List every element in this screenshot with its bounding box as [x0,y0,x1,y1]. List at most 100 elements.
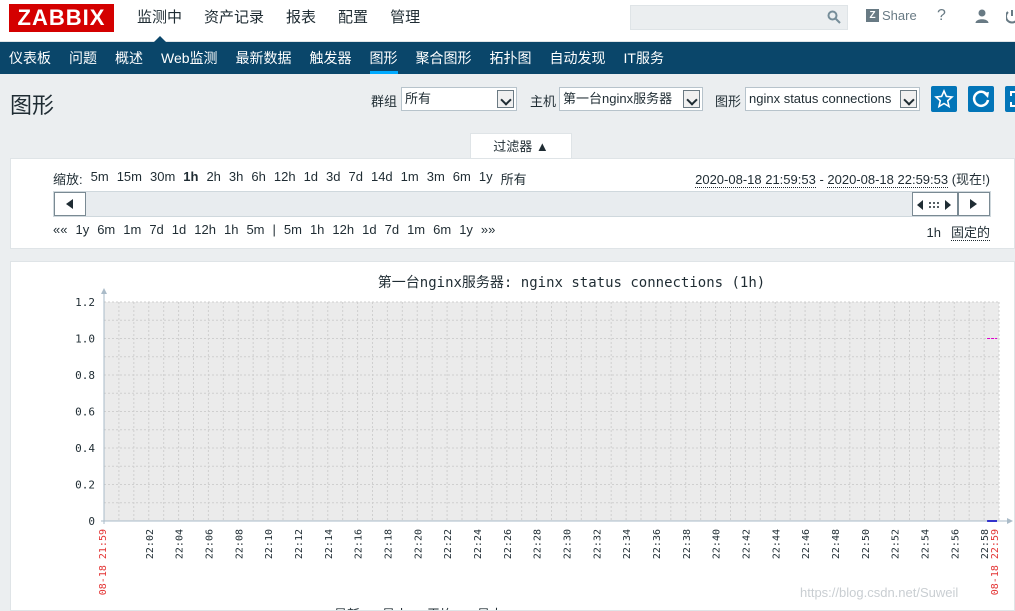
x-tick-label: 22:12 [294,529,305,559]
nav-forward-1y[interactable]: 1y [459,222,473,237]
time-now: (现在!) [948,172,990,187]
sub-menu-item-1[interactable]: 问题 [60,42,106,74]
x-axis-arrow [1007,518,1013,524]
sub-menu-item-4[interactable]: 最新数据 [227,42,301,74]
nav-forward-1m[interactable]: 1m [407,222,425,237]
help-icon[interactable]: ? [937,7,946,25]
logout-icon[interactable] [1006,8,1015,24]
nav-forward-6m[interactable]: 6m [433,222,451,237]
period-navigation: «« 1y 6m 1m 7d 1d 12h 1h 5m | 5m 1h 12h 1d 7d 1m 6m 1y »» [53,222,503,237]
zabbix-logo[interactable]: ZABBIX [9,4,114,32]
zoom-option-1d[interactable]: 1d [304,169,318,188]
graph-chart[interactable]: 第一台nginx服务器: nginx status connections (1… [11,262,1015,611]
filter-tab[interactable]: 过滤器 ▲ [470,133,572,159]
zoom-option-1y[interactable]: 1y [479,169,493,188]
host-label: 主机 [530,94,557,109]
fixed-toggle[interactable]: 固定的 [950,225,990,241]
nav-back-7d[interactable]: 7d [149,222,163,237]
chevron-down-icon [683,90,700,108]
main-menu-item-2[interactable]: 报表 [275,0,327,42]
scroll-handle[interactable] [912,192,958,216]
x-tick-label: 22:46 [801,529,812,559]
nav-forward-7d[interactable]: 7d [385,222,399,237]
nav-back-1d[interactable]: 1d [172,222,186,237]
nav-forward-5m[interactable]: 5m [284,222,302,237]
sub-menu-item-9[interactable]: 自动发现 [541,42,615,74]
nav-forward-1d[interactable]: 1d [362,222,376,237]
share-link[interactable]: Z Share [866,8,917,23]
zoom-option-2h[interactable]: 2h [206,169,220,188]
zoom-option-item-16[interactable]: 所有 [501,169,527,188]
sub-menu-item-5[interactable]: 触发器 [301,42,361,74]
add-favourite-button[interactable] [931,86,957,112]
x-tick-label: 22:08 [234,529,245,559]
zoom-option-6h[interactable]: 6h [251,169,265,188]
nav-back-1h[interactable]: 1h [224,222,238,237]
sub-menu-item-2[interactable]: 概述 [106,42,152,74]
nav-back-6m[interactable]: 6m [97,222,115,237]
time-from[interactable]: 2020-08-18 21:59:53 [695,172,816,188]
fullscreen-button[interactable] [1005,86,1015,112]
zoom-option-6m[interactable]: 6m [453,169,471,188]
time-range: 2020-08-18 21:59:53 - 2020-08-18 22:59:5… [695,169,990,188]
zoom-option-3m[interactable]: 3m [427,169,445,188]
nav-back-12h[interactable]: 12h [194,222,216,237]
timeline-scrollbar[interactable] [53,191,991,217]
zoom-option-14d[interactable]: 14d [371,169,393,188]
scroll-left-button[interactable] [54,192,86,216]
scroll-right-button[interactable] [958,192,990,216]
nav-back-item-0[interactable]: «« [53,222,67,237]
search-icon[interactable] [827,10,841,24]
user-profile-icon[interactable] [974,8,990,24]
share-label: Share [882,8,917,23]
x-tick-label: 22:10 [264,529,275,559]
sub-menu-item-6[interactable]: 图形 [361,42,407,74]
y-tick-label: 0.2 [75,479,95,492]
nav-forward-1h[interactable]: 1h [310,222,324,237]
zoom-option-5m[interactable]: 5m [91,169,109,188]
zoom-option-1m[interactable]: 1m [401,169,419,188]
main-menu: 监测中 资产记录 报表 配置 管理 [126,0,431,42]
refresh-button[interactable] [968,86,994,112]
x-tick-label: 22:42 [741,529,752,559]
zoom-option-30m[interactable]: 30m [150,169,175,188]
nav-separator: | [272,222,276,237]
zoom-option-3h[interactable]: 3h [229,169,243,188]
nav-forward-item-8[interactable]: »» [481,222,495,237]
x-tick-label: 22:56 [950,529,961,559]
x-tick-label: 22:36 [652,529,663,559]
nav-back-1m[interactable]: 1m [123,222,141,237]
sub-menu-item-7[interactable]: 聚合图形 [407,42,481,74]
x-tick-label: 22:26 [503,529,514,559]
zoom-option-1h[interactable]: 1h [183,169,198,188]
main-menu-item-0[interactable]: 监测中 [126,0,193,42]
x-tick-label: 22:50 [861,529,872,559]
time-range-sep: - [815,172,828,187]
nav-back-5m[interactable]: 5m [246,222,264,237]
legend-column-label: 最新 [334,607,360,611]
time-to[interactable]: 2020-08-18 22:59:53 [827,172,949,188]
zoom-option-3d[interactable]: 3d [326,169,340,188]
graph-select[interactable]: nginx status connections [745,87,920,111]
x-tick-label: 22:24 [473,529,484,559]
sub-menu-item-10[interactable]: IT服务 [615,42,673,74]
zoom-option-15m[interactable]: 15m [117,169,142,188]
sub-menu-item-0[interactable]: 仪表板 [0,42,60,74]
main-menu-item-4[interactable]: 管理 [379,0,431,42]
sub-menu-item-3[interactable]: Web监测 [152,42,227,74]
main-menu-item-3[interactable]: 配置 [327,0,379,42]
x-tick-label: 22:52 [891,529,902,559]
host-select[interactable]: 第一台nginx服务器 [559,87,703,111]
sub-menu-item-8[interactable]: 拓扑图 [481,42,541,74]
nav-back-1y[interactable]: 1y [75,222,89,237]
zoom-option-12h[interactable]: 12h [274,169,296,188]
group-select[interactable]: 所有 [401,87,517,111]
zoom-option-7d[interactable]: 7d [349,169,363,188]
share-icon: Z [866,9,879,22]
x-tick-label: 22:38 [682,529,693,559]
search-input[interactable] [631,6,821,29]
time-filter-panel: 缩放: 5m 15m 30m 1h 2h 3h 6h 12h 1d 3d 7d 14d 1m 3m 6m 1y… [10,158,1015,249]
main-menu-item-1[interactable]: 资产记录 [193,0,275,42]
zoom-label: 缩放: [53,172,83,187]
nav-forward-12h[interactable]: 12h [332,222,354,237]
